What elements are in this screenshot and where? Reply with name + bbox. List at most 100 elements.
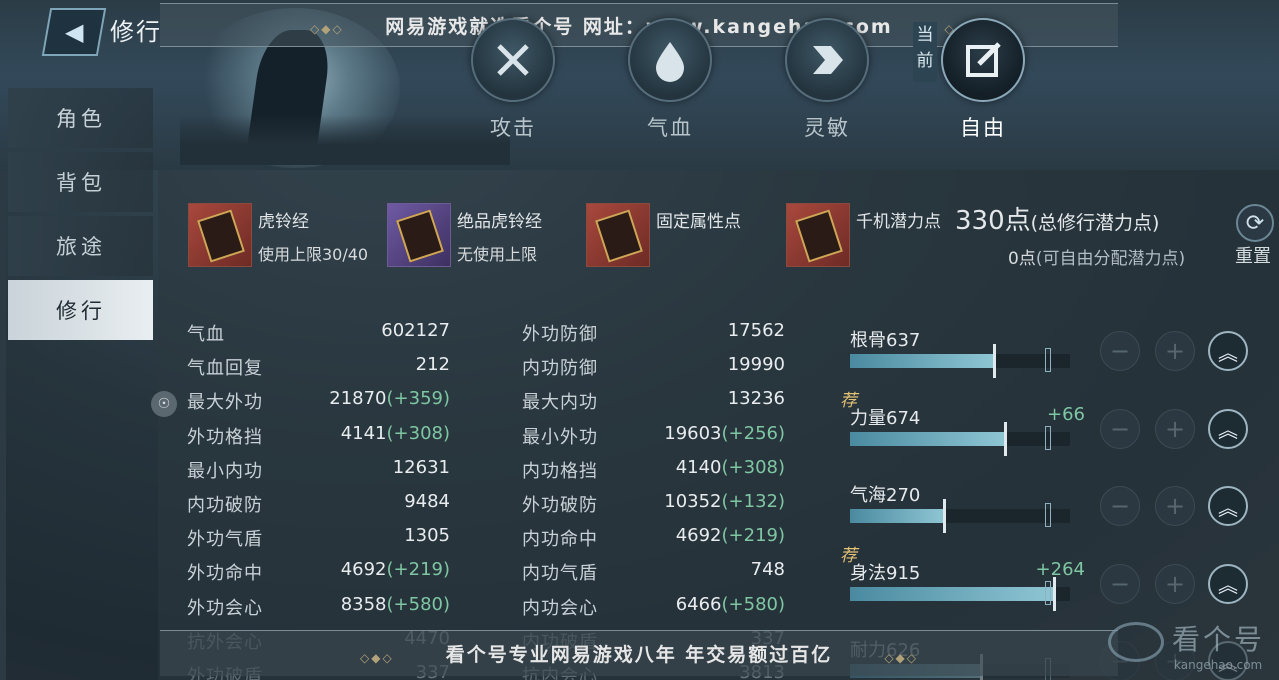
brand-eye-icon (1108, 622, 1164, 662)
minus-button[interactable]: − (1100, 563, 1140, 604)
tab-free[interactable]: 自由 (938, 18, 1028, 142)
stat-name: 外功防御 (522, 324, 598, 345)
blood-drop-icon (628, 18, 712, 102)
stat-row: 外功命中 4692(+219) (187, 559, 450, 589)
stat-row: 最大内功 13236 (522, 388, 785, 418)
stat-row: 内功破防 9484 (187, 491, 450, 521)
tab-label: 灵敏 (804, 116, 850, 140)
stat-bonus: (+308) (386, 422, 450, 444)
attribute-bar[interactable] (850, 344, 1070, 378)
attribute-row: 根骨637 − + ︽ (850, 326, 1270, 396)
attribute-bar-cap (943, 499, 946, 533)
stat-name: 最小内功 (187, 460, 263, 482)
stat-name: 外功会心 (187, 597, 263, 619)
tab-label: 气血 (647, 116, 693, 140)
sidebar-item-bag[interactable]: 背包 (8, 152, 153, 212)
stat-bonus: (+219) (386, 559, 450, 581)
attribute-name: 根骨637 (850, 330, 921, 351)
stat-value: 21870(+359) (329, 388, 450, 410)
stat-name: 外功格挡 (187, 426, 263, 448)
stat-name: 外功气盾 (187, 529, 263, 551)
stat-bonus: (+359) (386, 388, 450, 410)
chevron-up-button[interactable]: ︽ (1208, 563, 1248, 604)
stat-name: 内功命中 (522, 529, 598, 551)
stat-value: 748 (750, 559, 785, 581)
stat-name: 外功命中 (187, 563, 263, 585)
stat-value: 10352(+132) (664, 491, 785, 512)
attribute-bar[interactable] (850, 499, 1070, 533)
reset-icon[interactable]: ⟳ (1236, 204, 1274, 242)
total-potential-label: (总修行潜力点) (1030, 212, 1160, 234)
attribute-bar-limit (1045, 503, 1051, 527)
free-potential: 0点(可自由分配潜力点) (1008, 244, 1185, 269)
stat-row: 最小内功 12631 (187, 457, 450, 487)
tab-label: 攻击 (490, 116, 536, 140)
brand-name: 看个号 (1172, 623, 1266, 656)
plus-button[interactable]: + (1155, 486, 1195, 526)
book-icon (188, 203, 252, 267)
book-icon (387, 203, 451, 267)
attribute-name: 气海270 (850, 485, 921, 506)
stat-row: 气血 602127 (187, 320, 450, 350)
stat-bonus: (+219) (721, 525, 785, 547)
book-icon (586, 203, 650, 267)
stat-name: 外功破防 (522, 495, 598, 516)
attribute-bar-fill (850, 354, 995, 368)
stat-value: 1305 (404, 525, 450, 547)
free-potential-value: 0点 (1008, 249, 1036, 269)
sidebar-item-character[interactable]: 角色 (8, 88, 153, 148)
stat-name: 气血回复 (187, 358, 263, 380)
tab-health[interactable]: 气血 (625, 18, 715, 142)
stat-value: 13236 (727, 388, 785, 410)
book-title: 虎铃经 (258, 212, 309, 232)
stat-name: 内功格挡 (522, 460, 598, 482)
reset-button[interactable]: 重置 (1235, 242, 1271, 268)
minus-button[interactable]: − (1100, 408, 1140, 449)
book-icon (786, 203, 850, 267)
plus-button[interactable]: + (1155, 331, 1195, 371)
crossed-swords-icon (471, 18, 555, 102)
tab-attack[interactable]: 攻击 (468, 18, 558, 142)
lion-badge-icon[interactable]: ☉ (151, 391, 177, 417)
attribute-name: 力量674 (850, 407, 921, 429)
minus-button[interactable]: − (1100, 331, 1140, 371)
chevron-up-button[interactable]: ︽ (1208, 408, 1248, 449)
stat-value: 19603(+256) (664, 422, 785, 444)
stat-name: 最大内功 (522, 392, 598, 414)
wm-deco-icon: ◇◆◇ (884, 651, 918, 665)
attribute-bar[interactable] (850, 421, 1070, 456)
chevron-up-button[interactable]: ︽ (1208, 331, 1248, 371)
brand-logo: 看个号 kangehao.com (1104, 616, 1274, 676)
stat-value: 17562 (727, 320, 785, 341)
sidebar-item-cultivation[interactable]: 修行 (8, 280, 153, 340)
minus-button[interactable]: − (1100, 486, 1140, 526)
watermark-bottom-text: 看个号专业网易游戏八年 年交易额过百亿 (445, 644, 833, 666)
plus-button[interactable]: + (1155, 563, 1195, 604)
plus-button[interactable]: + (1155, 408, 1195, 449)
stat-bonus: (+132) (721, 491, 785, 512)
stat-name: 内功气盾 (522, 563, 598, 585)
brand-url: kangehao.com (1174, 658, 1263, 672)
stat-value: 4140(+308) (675, 456, 785, 478)
attribute-bar-cap (1053, 576, 1056, 611)
stat-row: 最大外功 21870(+359) (187, 388, 450, 418)
attribute-bar[interactable] (850, 576, 1070, 611)
stat-bonus: (+256) (721, 422, 785, 444)
chevron-up-button[interactable]: ︽ (1208, 486, 1248, 526)
attribute-bar-fill (850, 586, 1055, 601)
tab-label: 自由 (960, 116, 1006, 140)
stat-name: 最小外功 (522, 426, 598, 448)
stat-name: 最大外功 (187, 392, 263, 414)
stat-value: 4692(+219) (675, 525, 785, 547)
stat-value: 602127 (381, 320, 450, 341)
attribute-name: 身法915 (850, 562, 921, 584)
total-potential-value: 330点 (955, 206, 1031, 236)
stat-value: 4141(+308) (340, 422, 450, 444)
tab-agility[interactable]: 灵敏 (782, 18, 872, 142)
stat-value: 212 (415, 354, 450, 376)
stat-value: 12631 (392, 456, 450, 478)
stat-row: 内功会心 6466(+580) (522, 594, 785, 624)
back-logo-icon[interactable]: ◀ (41, 8, 107, 56)
sidebar-item-journey[interactable]: 旅途 (8, 216, 153, 276)
free-potential-label: (可自由分配潜力点) (1035, 249, 1186, 269)
